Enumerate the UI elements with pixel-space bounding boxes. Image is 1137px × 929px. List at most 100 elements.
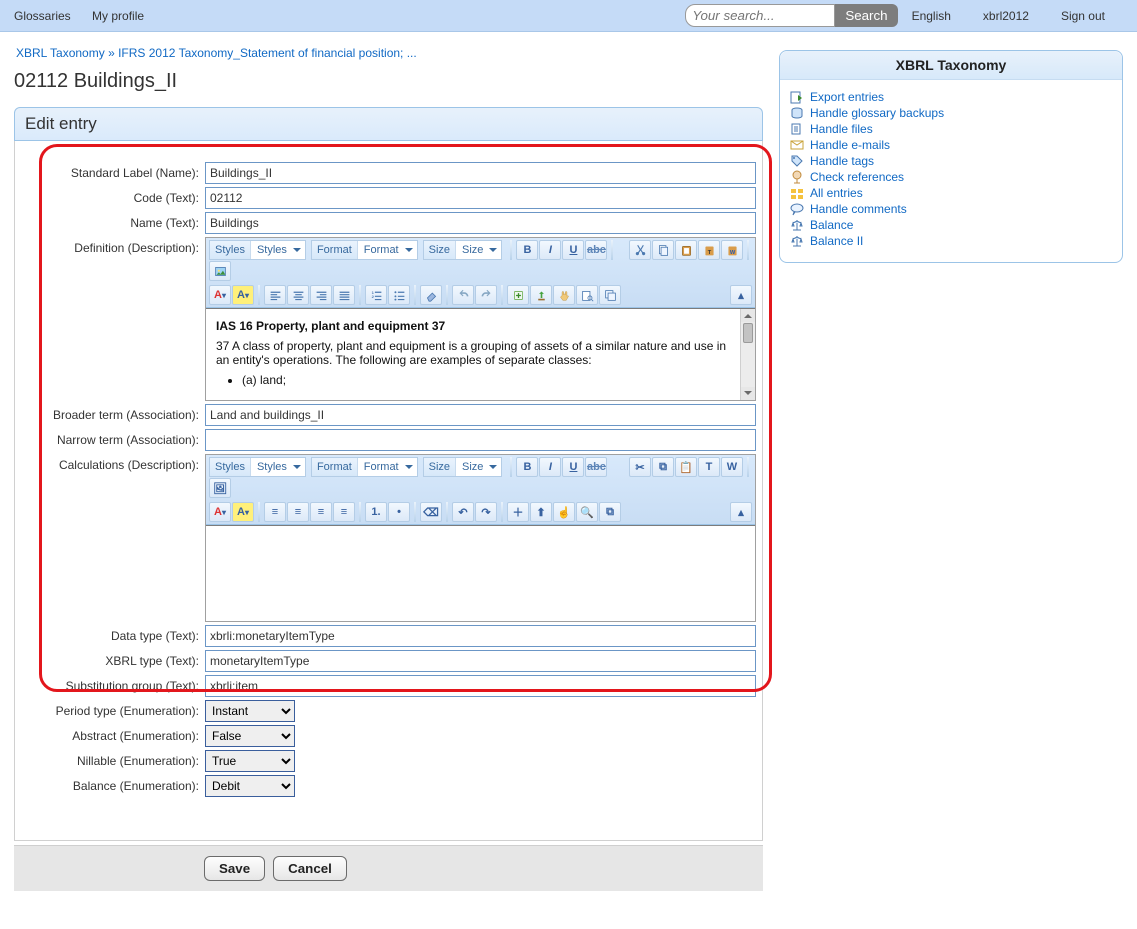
- textcolor-button[interactable]: A▾: [209, 285, 231, 305]
- styles-dropdown[interactable]: StylesStyles: [209, 457, 306, 477]
- scrollbar[interactable]: [740, 309, 755, 400]
- strike-button[interactable]: abc: [585, 240, 607, 260]
- side-balance2-link[interactable]: Balance II: [810, 234, 863, 248]
- glossaries-link[interactable]: Glossaries: [14, 9, 71, 23]
- bgcolor-button[interactable]: A▾: [232, 502, 254, 522]
- paste-icon[interactable]: [675, 240, 697, 260]
- copy-icon[interactable]: ⧉: [652, 457, 674, 477]
- image-icon[interactable]: [209, 261, 231, 281]
- period-type-select[interactable]: Instant: [205, 700, 295, 722]
- underline-button[interactable]: U: [562, 457, 584, 477]
- undo-icon[interactable]: [452, 285, 474, 305]
- find-icon[interactable]: [576, 285, 598, 305]
- xbrl-type-field[interactable]: [205, 650, 756, 672]
- textcolor-button[interactable]: A▾: [209, 502, 231, 522]
- narrow-field[interactable]: [205, 429, 756, 451]
- side-export-link[interactable]: Export entries: [810, 90, 884, 104]
- user-link[interactable]: xbrl2012: [983, 9, 1029, 23]
- eraser-icon[interactable]: [420, 285, 442, 305]
- label-xtype: XBRL type (Text):: [21, 650, 205, 668]
- add-icon[interactable]: [507, 285, 529, 305]
- substitution-group-field[interactable]: [205, 675, 756, 697]
- nillable-select[interactable]: True: [205, 750, 295, 772]
- redo-icon[interactable]: [475, 285, 497, 305]
- align-left-icon[interactable]: ≡: [264, 502, 286, 522]
- standard-label-field[interactable]: [205, 162, 756, 184]
- format-dropdown[interactable]: FormatFormat: [311, 457, 418, 477]
- align-center-icon[interactable]: [287, 285, 309, 305]
- ordered-list-icon[interactable]: 12: [365, 285, 387, 305]
- format-dropdown[interactable]: FormatFormat: [311, 240, 418, 260]
- side-tags-link[interactable]: Handle tags: [810, 154, 874, 168]
- my-profile-link[interactable]: My profile: [92, 9, 144, 23]
- italic-button[interactable]: I: [539, 240, 561, 260]
- upload-icon[interactable]: ⬆: [530, 502, 552, 522]
- side-backup-link[interactable]: Handle glossary backups: [810, 106, 944, 120]
- align-right-icon[interactable]: [310, 285, 332, 305]
- side-comments-link[interactable]: Handle comments: [810, 202, 907, 216]
- paste-word-icon[interactable]: W: [721, 457, 743, 477]
- paste-text-icon[interactable]: T: [698, 457, 720, 477]
- copy-icon[interactable]: [652, 240, 674, 260]
- side-all-link[interactable]: All entries: [810, 186, 863, 200]
- copy-all-icon[interactable]: ⧉: [599, 502, 621, 522]
- bold-button[interactable]: B: [516, 240, 538, 260]
- add-icon[interactable]: ＋: [507, 502, 529, 522]
- paste-text-icon[interactable]: T: [698, 240, 720, 260]
- italic-button[interactable]: I: [539, 457, 561, 477]
- align-justify-icon[interactable]: [333, 285, 355, 305]
- upload-icon[interactable]: [530, 285, 552, 305]
- unordered-list-icon[interactable]: •: [388, 502, 410, 522]
- image-icon[interactable]: 🖼: [209, 478, 231, 498]
- paste-icon[interactable]: 📋: [675, 457, 697, 477]
- align-center-icon[interactable]: ≡: [287, 502, 309, 522]
- align-left-icon[interactable]: [264, 285, 286, 305]
- search-button[interactable]: Search: [835, 4, 897, 27]
- collapse-icon[interactable]: ▴: [730, 502, 752, 522]
- size-dropdown[interactable]: SizeSize: [423, 240, 503, 260]
- export-icon: [790, 90, 804, 104]
- eraser-icon[interactable]: ⌫: [420, 502, 442, 522]
- side-files-link[interactable]: Handle files: [810, 122, 873, 136]
- name-field[interactable]: [205, 212, 756, 234]
- calculations-body[interactable]: [206, 525, 755, 621]
- bgcolor-button[interactable]: A▾: [232, 285, 254, 305]
- find-icon[interactable]: 🔍: [576, 502, 598, 522]
- broader-field[interactable]: [205, 404, 756, 426]
- cut-icon[interactable]: [629, 240, 651, 260]
- signout-link[interactable]: Sign out: [1061, 9, 1105, 23]
- hand-icon[interactable]: [553, 285, 575, 305]
- definition-bullet-a: (a) land;: [242, 373, 735, 387]
- paste-word-icon[interactable]: W: [721, 240, 743, 260]
- align-justify-icon[interactable]: ≡: [333, 502, 355, 522]
- unordered-list-icon[interactable]: [388, 285, 410, 305]
- underline-button[interactable]: U: [562, 240, 584, 260]
- styles-dropdown[interactable]: StylesStyles: [209, 240, 306, 260]
- cut-icon[interactable]: ✂: [629, 457, 651, 477]
- align-right-icon[interactable]: ≡: [310, 502, 332, 522]
- side-balance-link[interactable]: Balance: [810, 218, 853, 232]
- side-email-link[interactable]: Handle e-mails: [810, 138, 890, 152]
- definition-body[interactable]: IAS 16 Property, plant and equipment 37 …: [206, 308, 755, 400]
- code-field[interactable]: [205, 187, 756, 209]
- strike-button[interactable]: abc: [585, 457, 607, 477]
- save-button[interactable]: Save: [204, 856, 265, 881]
- bold-button[interactable]: B: [516, 457, 538, 477]
- label-standard: Standard Label (Name):: [21, 162, 205, 180]
- data-type-field[interactable]: [205, 625, 756, 647]
- size-dropdown[interactable]: SizeSize: [423, 457, 503, 477]
- copy-all-icon[interactable]: [599, 285, 621, 305]
- undo-icon[interactable]: ↶: [452, 502, 474, 522]
- hand-icon[interactable]: ☝: [553, 502, 575, 522]
- redo-icon[interactable]: ↷: [475, 502, 497, 522]
- breadcrumb-leaf[interactable]: IFRS 2012 Taxonomy_Statement of financia…: [118, 46, 417, 60]
- ordered-list-icon[interactable]: 1.: [365, 502, 387, 522]
- search-input[interactable]: [685, 4, 835, 27]
- collapse-icon[interactable]: ▴: [730, 285, 752, 305]
- side-check-link[interactable]: Check references: [810, 170, 904, 184]
- breadcrumb-root[interactable]: XBRL Taxonomy: [16, 46, 105, 60]
- language-link[interactable]: English: [912, 9, 951, 23]
- cancel-button[interactable]: Cancel: [273, 856, 347, 881]
- balance-select[interactable]: Debit: [205, 775, 295, 797]
- abstract-select[interactable]: False: [205, 725, 295, 747]
